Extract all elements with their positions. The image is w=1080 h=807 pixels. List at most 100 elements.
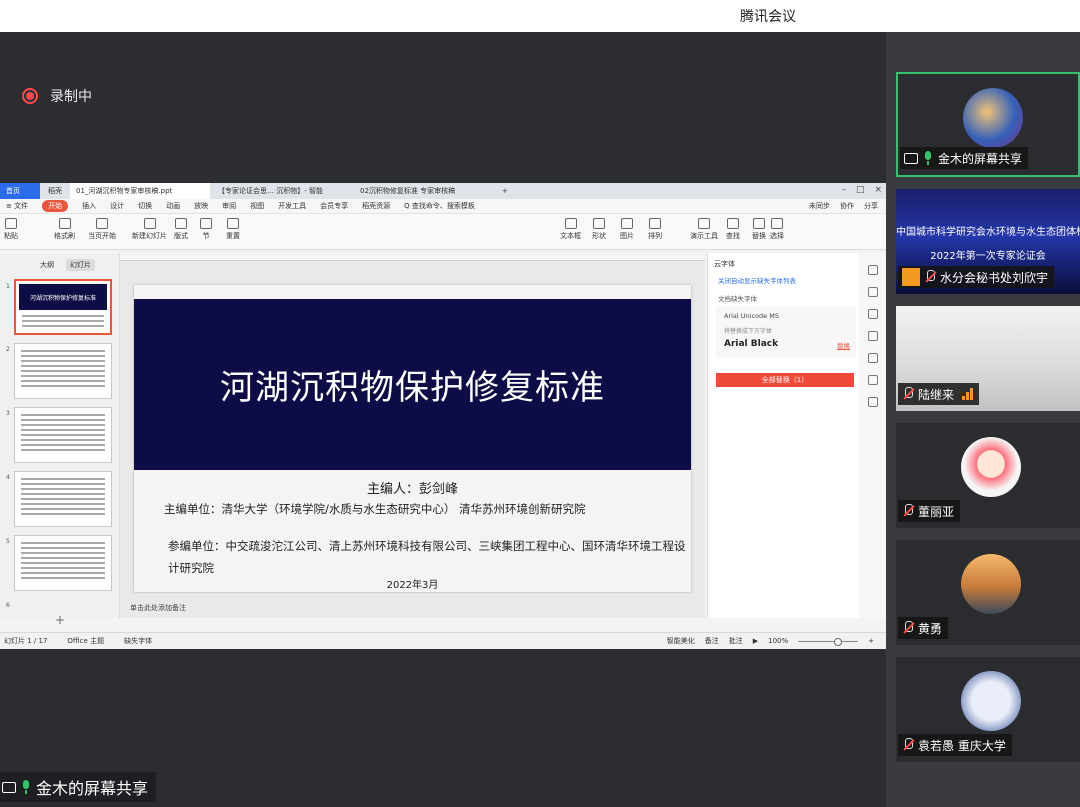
menu-animation[interactable]: 动画 xyxy=(166,201,180,211)
theme-name: Office 主题 xyxy=(67,637,105,645)
menu-review[interactable]: 审阅 xyxy=(222,201,236,211)
close-icon[interactable]: × xyxy=(874,185,882,195)
current-slide[interactable]: 河湖沉积物保护修复标准 主编人：彭剑峰 主编单位：清华大学（环境学院/水质与水生… xyxy=(134,285,691,592)
animation-icon[interactable] xyxy=(868,353,878,363)
participant-name: 黄勇 xyxy=(918,621,943,636)
mic-on-icon xyxy=(20,780,32,794)
menu-docer-resources[interactable]: 稻壳资源 xyxy=(362,201,390,211)
zoom-level[interactable]: 100% xyxy=(768,637,788,645)
participant-label: 水分会秘书处刘欣宇 xyxy=(898,266,1055,288)
meeting-title-bar: 腾讯会议 xyxy=(0,0,1080,32)
select-button[interactable]: 选择 xyxy=(770,218,784,241)
presentation-tools-button[interactable]: 演示工具 xyxy=(690,218,718,241)
restore-icon[interactable]: □ xyxy=(856,185,865,195)
reset-button[interactable]: 重置 xyxy=(226,218,240,241)
slide-thumbnail-4[interactable] xyxy=(14,471,112,527)
collaborate-button[interactable]: 协作 xyxy=(840,201,854,211)
slide-date[interactable]: 2022年3月 xyxy=(134,576,691,591)
slide-thumbnail-3[interactable] xyxy=(14,407,112,463)
participant-label: 黄勇 xyxy=(898,617,949,639)
menu-insert[interactable]: 插入 xyxy=(82,201,96,211)
disable-auto-font-link[interactable]: 关闭自动显示缺失字体列表 xyxy=(718,275,796,285)
replace-font-link[interactable]: 替换 xyxy=(837,340,850,350)
menu-member[interactable]: 会员专享 xyxy=(320,201,348,211)
slide-editor-line[interactable]: 主编人：彭剑峰 xyxy=(134,478,691,497)
minimize-icon[interactable]: – xyxy=(841,185,846,195)
location-icon[interactable] xyxy=(868,375,878,385)
participant-name: 水分会秘书处刘欣宇 xyxy=(940,270,1049,285)
menu-home[interactable]: 开始 xyxy=(42,200,69,212)
smart-beautify-button[interactable]: 智能美化 xyxy=(667,636,695,646)
layout-button[interactable]: 版式 xyxy=(174,218,188,241)
zoom-slider[interactable] xyxy=(798,637,859,646)
copy-icon[interactable] xyxy=(868,309,878,319)
replace-button[interactable]: 替换 xyxy=(752,218,766,241)
thumb-banner: 河湖沉积物保护修复标准 xyxy=(19,284,107,310)
section-icon xyxy=(200,218,212,229)
section-button[interactable]: 节 xyxy=(200,218,212,241)
picture-icon xyxy=(621,218,633,229)
slide-participating-units[interactable]: 参编单位：中交疏浚沱江公司、清上苏州环境科技有限公司、三峡集团工程中心、国环清华… xyxy=(168,535,688,579)
participant-tile[interactable]: 陆继来 xyxy=(896,306,1080,411)
participant-tile[interactable]: 中国城市科学研究会水环境与水生态团体标准 2022年第一次专家论证会 水分会秘书… xyxy=(896,189,1080,294)
app-title: 腾讯会议 xyxy=(740,9,796,25)
tab-document-1[interactable]: 01_河湖沉积物专家审核稿.ppt xyxy=(70,183,210,199)
menu-transition[interactable]: 切换 xyxy=(138,201,152,211)
participant-tile[interactable]: 金木的屏幕共享 xyxy=(896,72,1080,177)
textbox-button[interactable]: 文本框 xyxy=(560,218,581,241)
notes-toggle[interactable]: 备注 xyxy=(705,636,719,646)
slide-thumbnail-5[interactable] xyxy=(14,535,112,591)
tab-home[interactable]: 首页 xyxy=(0,183,40,199)
settings-icon[interactable] xyxy=(868,265,878,275)
notes-field[interactable]: 单击此处添加备注 xyxy=(120,603,705,613)
participant-name: 董丽亚 xyxy=(918,504,955,519)
command-search[interactable]: Q 查找命令、搜索模板 xyxy=(404,201,475,211)
missing-font-name: Arial Unicode MS xyxy=(724,312,779,320)
find-button[interactable]: 查找 xyxy=(726,218,740,241)
layout-icon xyxy=(175,218,187,229)
tab-document-2[interactable]: 【专家论证会思… 沉积物】- 智能 xyxy=(212,183,352,199)
slide-title[interactable]: 河湖沉积物保护修复标准 xyxy=(220,360,605,409)
participant-tile[interactable]: 袁若愚 重庆大学 xyxy=(896,657,1080,762)
picture-button[interactable]: 图片 xyxy=(620,218,634,241)
tab-outline[interactable]: 大纲 xyxy=(36,259,58,271)
new-tab-button[interactable]: + xyxy=(496,183,514,199)
menu-developer[interactable]: 开发工具 xyxy=(278,201,306,211)
zoom-in-icon[interactable]: + xyxy=(868,637,874,645)
slide-thumbnail-1[interactable]: 河湖沉积物保护修复标准 xyxy=(14,279,112,335)
menu-design[interactable]: 设计 xyxy=(110,201,124,211)
comments-toggle[interactable]: 批注 xyxy=(729,636,743,646)
pin-icon[interactable] xyxy=(868,287,878,297)
play-slideshow-icon[interactable]: ▶ xyxy=(753,637,758,645)
share-button[interactable]: 分享 xyxy=(864,201,878,211)
participant-tile[interactable]: 黄勇 xyxy=(896,540,1080,645)
recording-indicator[interactable]: 录制中 xyxy=(22,86,92,106)
mic-muted-icon xyxy=(902,621,914,635)
paste-icon xyxy=(5,218,17,229)
slide-thumbnail-2[interactable] xyxy=(14,343,112,399)
tab-document-3[interactable]: 02沉积物修复标准 专家审核稿 xyxy=(354,183,494,199)
replace-all-button[interactable]: 全部替换（1） xyxy=(716,373,854,387)
text-icon[interactable] xyxy=(868,397,878,407)
participant-name: 金木的屏幕共享 xyxy=(938,151,1023,166)
slide-counter: 幻灯片 1 / 17 xyxy=(4,637,48,645)
add-slide-button[interactable]: + xyxy=(55,613,65,627)
new-slide-button[interactable]: 新建幻灯片 xyxy=(132,218,167,241)
person-icon xyxy=(902,268,920,286)
tab-slides[interactable]: 幻灯片 xyxy=(66,259,95,271)
paste-button[interactable]: 粘贴 xyxy=(4,218,18,241)
format-painter-button[interactable]: 格式刷 xyxy=(54,218,75,241)
menu-slideshow[interactable]: 放映 xyxy=(194,201,208,211)
tab-docer[interactable]: 稻壳 xyxy=(42,183,68,199)
shape-button[interactable]: 形状 xyxy=(592,218,606,241)
sync-status[interactable]: 未同步 xyxy=(809,201,830,211)
help-icon[interactable] xyxy=(868,331,878,341)
select-icon xyxy=(771,218,783,229)
participant-tile[interactable]: 董丽亚 xyxy=(896,423,1080,528)
menu-view[interactable]: 视图 xyxy=(250,201,264,211)
arrange-button[interactable]: 排列 xyxy=(648,218,662,241)
play-from-current-button[interactable]: 当页开始 xyxy=(88,218,116,241)
menu-file[interactable]: ≡ 文件 xyxy=(6,201,28,211)
slide-organization[interactable]: 主编单位：清华大学（环境学院/水质与水生态研究中心） 清华苏州环境创新研究院 xyxy=(164,501,586,517)
missing-font-status[interactable]: 缺失字体 xyxy=(124,636,152,646)
